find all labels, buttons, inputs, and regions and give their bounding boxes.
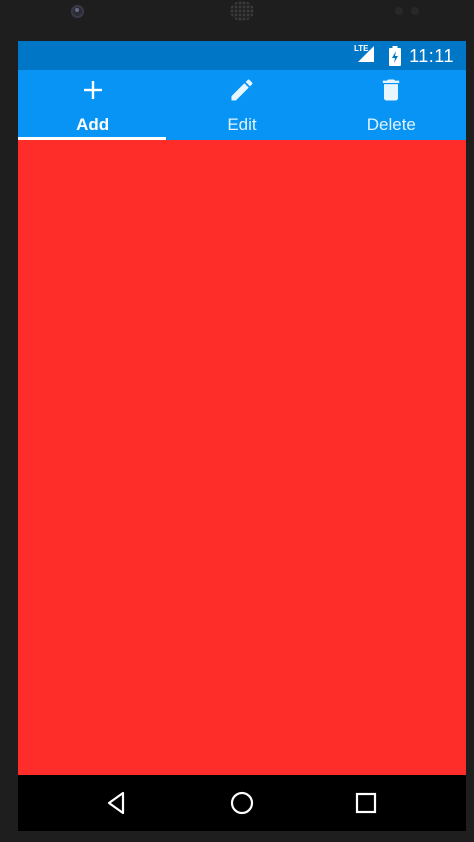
trash-icon (377, 76, 405, 104)
status-clock: 11:11 (409, 46, 454, 66)
pencil-icon (228, 76, 256, 104)
tab-delete[interactable]: Delete (317, 70, 466, 140)
phone-screen: LTE 11:11 Add Edit Delete (18, 41, 466, 831)
home-icon[interactable] (228, 789, 256, 817)
battery-charging-icon (389, 46, 401, 66)
tab-delete-label: Delete (366, 115, 416, 134)
tab-edit[interactable]: Edit (167, 70, 316, 140)
earpiece-speaker (230, 1, 254, 21)
back-icon[interactable] (104, 789, 132, 817)
light-sensor (411, 7, 419, 15)
tab-content-area (18, 140, 466, 775)
proximity-sensor (395, 7, 403, 15)
lte-signal-icon: LTE (354, 44, 376, 64)
top-tab-bar: Add Edit Delete (18, 70, 466, 140)
navigation-bar (18, 775, 466, 831)
recents-icon[interactable] (352, 789, 380, 817)
front-camera (71, 5, 84, 18)
status-bar: LTE 11:11 (18, 41, 466, 70)
tab-add[interactable]: Add (18, 70, 167, 140)
plus-icon (79, 76, 107, 104)
phone-device-frame: LTE 11:11 Add Edit Delete (0, 0, 474, 842)
tab-add-label: Add (76, 115, 110, 134)
tab-edit-label: Edit (227, 115, 257, 134)
